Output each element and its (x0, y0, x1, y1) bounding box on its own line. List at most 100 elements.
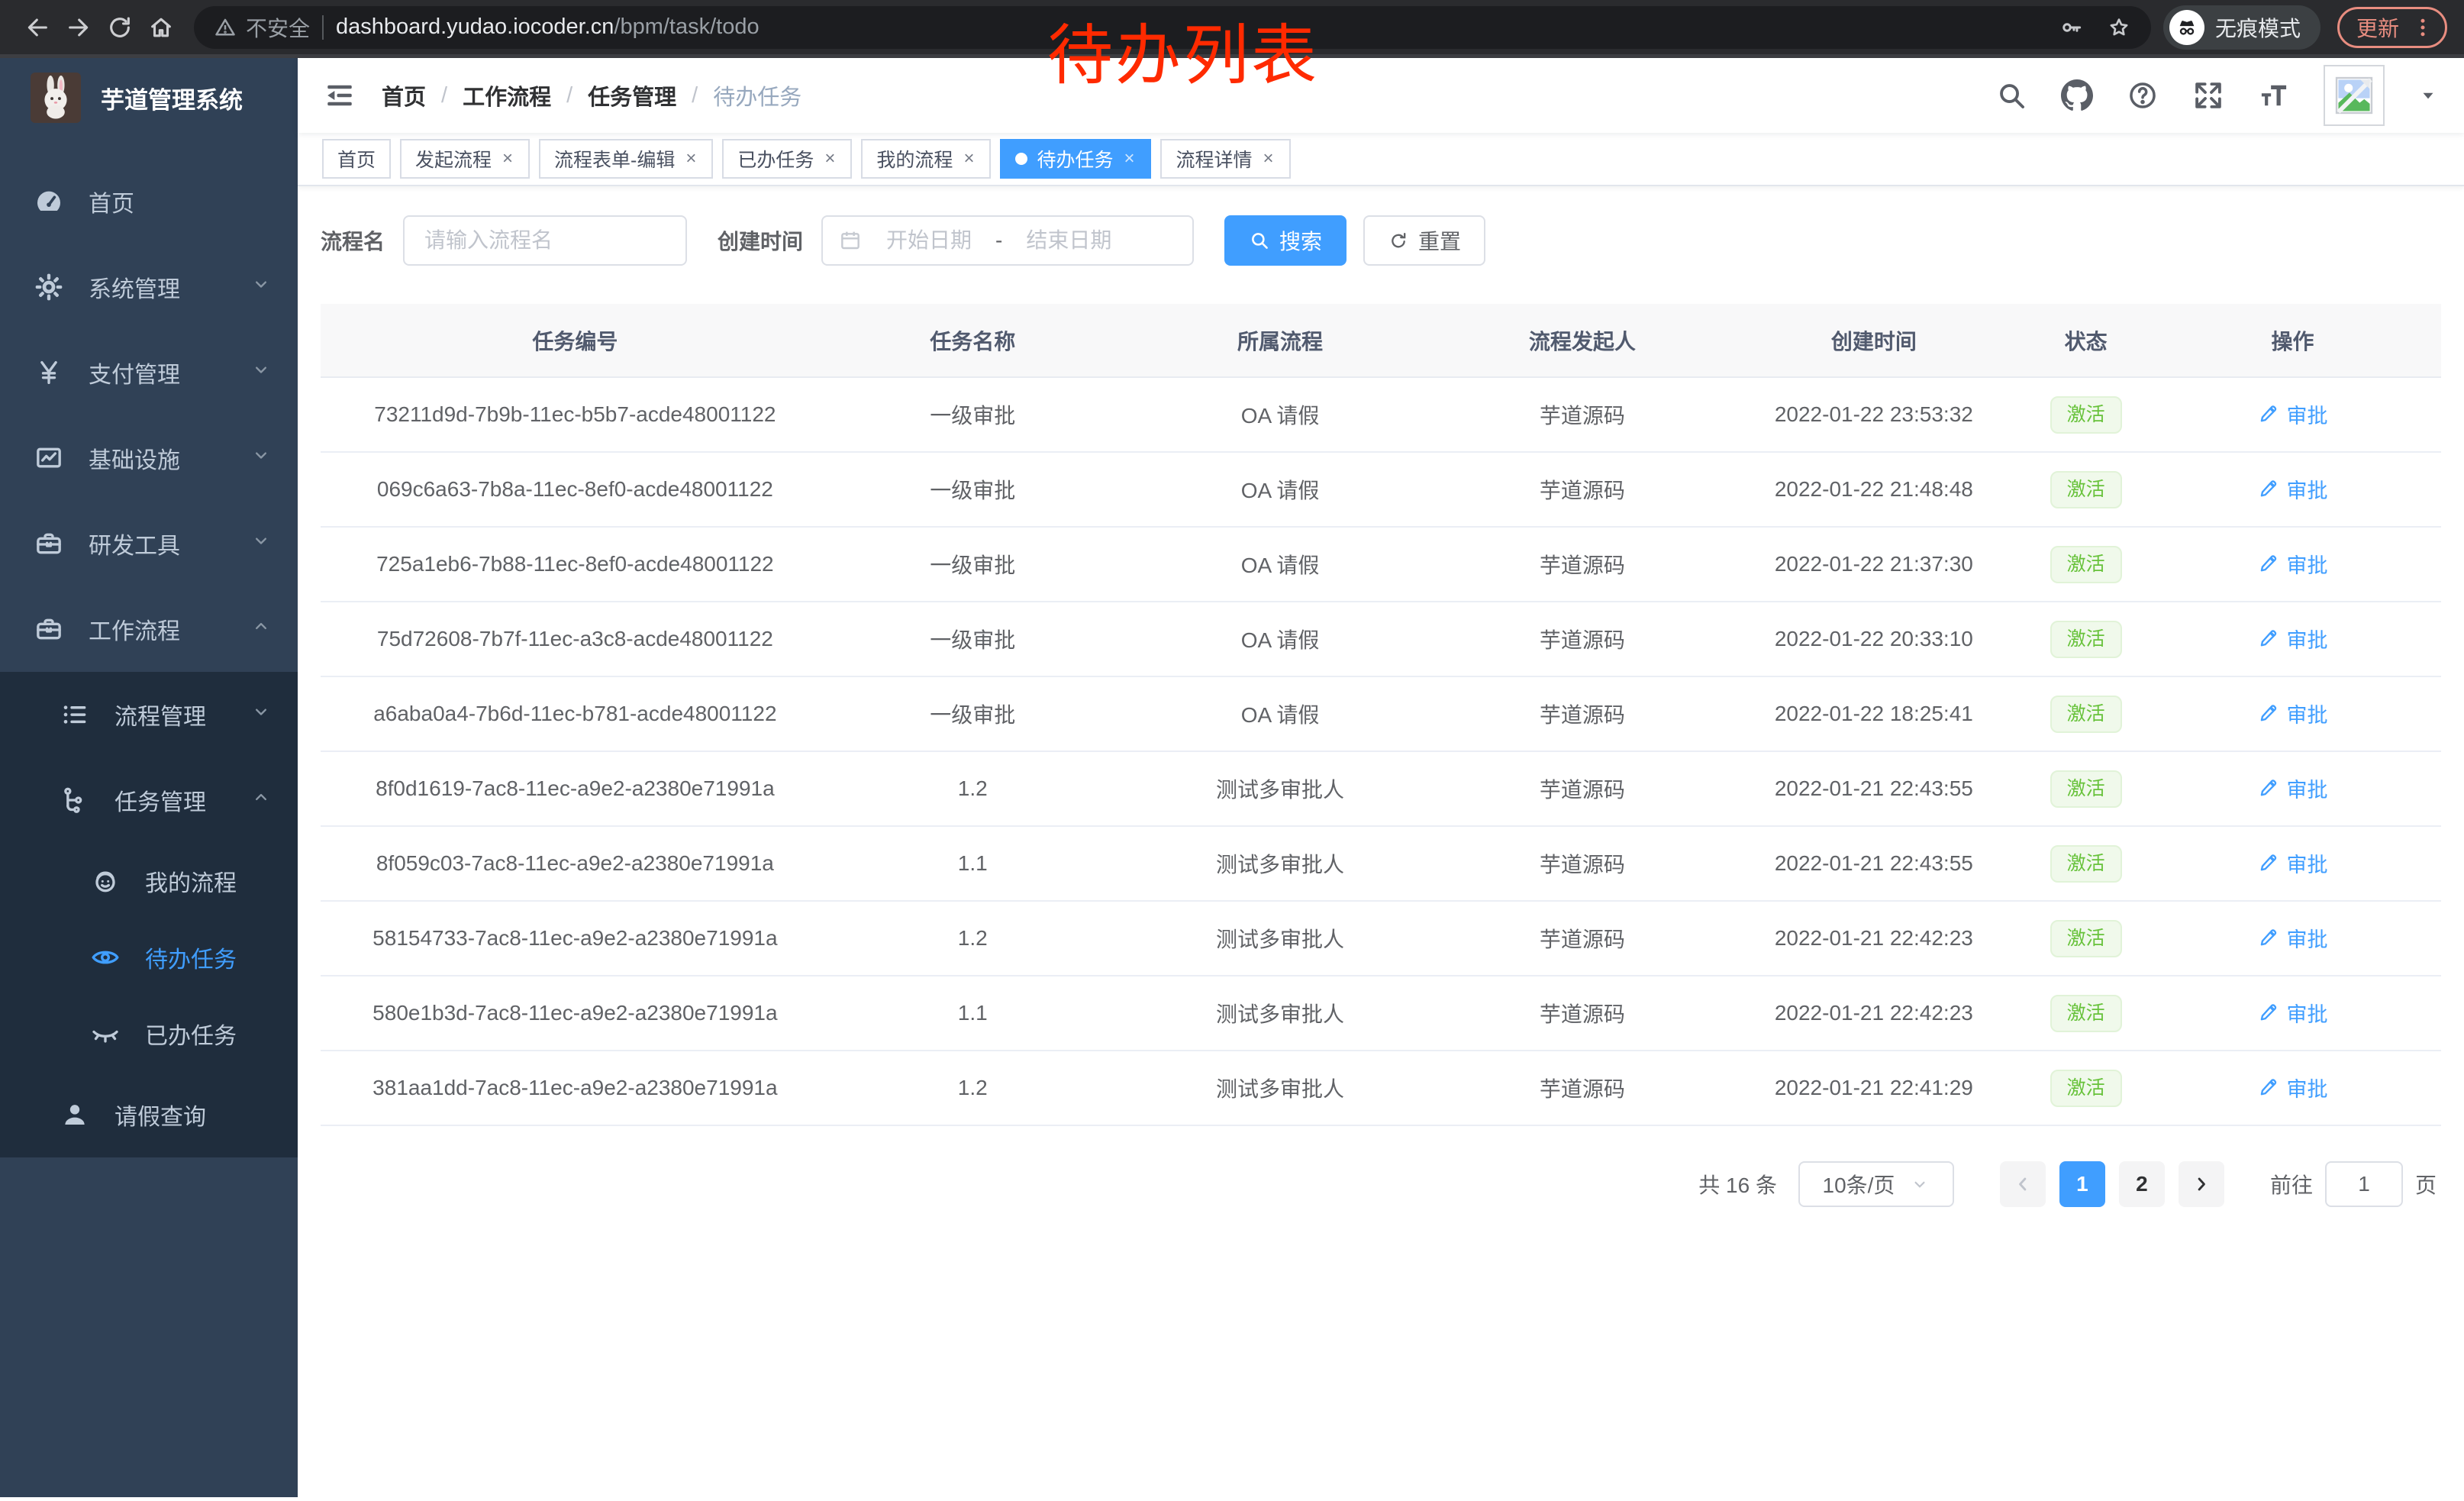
navbar-tools (1995, 65, 2438, 126)
tags-view-bar: 首页发起流程×流程表单-编辑×已办任务×我的流程×待办任务×流程详情× (298, 133, 2464, 186)
reload-button[interactable] (99, 7, 140, 48)
update-button[interactable]: 更新 (2337, 7, 2447, 48)
key-icon[interactable] (2059, 15, 2084, 40)
tab-done-tasks[interactable]: 已办任务× (722, 139, 852, 179)
reset-button[interactable]: 重置 (1363, 215, 1485, 266)
page-content: 流程名 创建时间 - 搜索 重置 (298, 186, 2464, 1497)
tab-close-icon[interactable]: × (962, 148, 976, 169)
sidebar-item-label: 我的流程 (145, 864, 237, 898)
cell-task-id: 725a1eb6-7b88-11ec-8ef0-acde48001122 (321, 527, 830, 602)
sidebar-item-workflow[interactable]: 工作流程 (0, 586, 298, 672)
approve-link[interactable]: 审批 (2258, 624, 2328, 654)
incognito-icon (2169, 10, 2204, 45)
sidebar-item-infra[interactable]: 基础设施 (0, 415, 298, 501)
cell-create-time: 2022-01-21 22:43:55 (1720, 751, 2027, 826)
header-search-button[interactable] (1995, 79, 2027, 111)
hamburger-icon (324, 79, 356, 111)
tab-close-icon[interactable]: × (823, 148, 837, 169)
approve-link[interactable]: 审批 (2258, 998, 2328, 1028)
font-size-button[interactable] (2258, 79, 2290, 111)
approve-link[interactable]: 审批 (2258, 399, 2328, 429)
avatar[interactable] (2324, 65, 2385, 126)
tab-process-detail[interactable]: 流程详情× (1160, 139, 1290, 179)
bookmark-star-icon[interactable] (2107, 15, 2131, 40)
sidebar-collapse-button[interactable] (324, 79, 356, 111)
end-date-input[interactable] (1008, 228, 1129, 253)
status-badge: 激活 (2050, 621, 2122, 658)
forward-button[interactable] (58, 7, 99, 48)
tab-todo-tasks[interactable]: 待办任务× (1000, 139, 1151, 179)
cell-status: 激活 (2027, 901, 2144, 976)
approve-link[interactable]: 审批 (2258, 549, 2328, 579)
sidebar-item-payment[interactable]: 支付管理 (0, 330, 298, 415)
breadcrumb-workflow[interactable]: 工作流程 (463, 79, 551, 111)
tab-close-icon[interactable]: × (684, 148, 698, 169)
back-button[interactable] (17, 7, 58, 48)
github-button[interactable] (2061, 79, 2093, 111)
sidebar-item-leave-query[interactable]: 请假查询 (0, 1072, 298, 1157)
sidebar-item-label: 系统管理 (89, 270, 180, 304)
column-header: 操作 (2144, 304, 2441, 377)
approve-link[interactable]: 审批 (2258, 773, 2328, 803)
help-button[interactable] (2127, 79, 2159, 111)
process-name-label: 流程名 (321, 225, 385, 256)
approve-link[interactable]: 审批 (2258, 848, 2328, 878)
page-button-1[interactable]: 1 (2059, 1161, 2105, 1207)
prev-page-button[interactable] (2000, 1161, 2046, 1207)
page-button-2[interactable]: 2 (2119, 1161, 2165, 1207)
goto-page-input[interactable] (2325, 1161, 2403, 1207)
tab-close-icon[interactable]: × (1262, 148, 1276, 169)
tab-close-icon[interactable]: × (1122, 148, 1136, 169)
broken-image-icon (2332, 73, 2376, 118)
table-row: 73211d9d-7b9b-11ec-b5b7-acde48001122一级审批… (321, 377, 2441, 452)
sidebar-item-my-process[interactable]: 我的流程 (0, 843, 298, 919)
home-button[interactable] (140, 7, 182, 48)
url-text[interactable]: dashboard.yudao.iocoder.cn/bpm/task/todo (336, 15, 760, 40)
sidebar-item-done-tasks[interactable]: 已办任务 (0, 996, 298, 1072)
tab-my-process[interactable]: 我的流程× (861, 139, 991, 179)
tab-close-icon[interactable]: × (501, 148, 514, 169)
breadcrumb-task-mgmt[interactable]: 任务管理 (588, 79, 676, 111)
chevron-down-icon (250, 530, 272, 557)
fullscreen-button[interactable] (2192, 79, 2224, 111)
branch-icon (58, 783, 92, 817)
approve-link[interactable]: 审批 (2258, 1073, 2328, 1102)
avatar-caret[interactable] (2418, 86, 2438, 105)
breadcrumb-home[interactable]: 首页 (382, 79, 426, 111)
kebab-menu-icon[interactable] (2411, 16, 2434, 39)
tab-home[interactable]: 首页 (322, 139, 391, 179)
goto-page: 前往 页 (2270, 1161, 2437, 1207)
table-row: 58154733-7ac8-11ec-a9e2-a2380e71991a1.2测… (321, 901, 2441, 976)
tab-start-process[interactable]: 发起流程× (400, 139, 530, 179)
date-range-picker[interactable]: - (821, 215, 1194, 266)
help-icon (2127, 79, 2159, 111)
cell-status: 激活 (2027, 602, 2144, 676)
sidebar-item-system[interactable]: 系统管理 (0, 244, 298, 330)
status-badge: 激活 (2050, 471, 2122, 508)
approve-link[interactable]: 审批 (2258, 923, 2328, 953)
cell-action: 审批 (2144, 751, 2441, 826)
page-size-select[interactable]: 10条/页 (1798, 1161, 1954, 1207)
start-date-input[interactable] (869, 228, 989, 253)
cell-status: 激活 (2027, 976, 2144, 1051)
total-label: 共 16 条 (1698, 1169, 1777, 1199)
security-chip[interactable]: 不安全 (214, 12, 310, 43)
status-badge: 激活 (2050, 920, 2122, 957)
approve-link[interactable]: 审批 (2258, 699, 2328, 728)
sidebar-item-todo-tasks[interactable]: 待办任务 (0, 919, 298, 996)
approve-link[interactable]: 审批 (2258, 474, 2328, 504)
table-row: 580e1b3d-7ac8-11ec-a9e2-a2380e71991a1.1测… (321, 976, 2441, 1051)
table-body: 73211d9d-7b9b-11ec-b5b7-acde48001122一级审批… (321, 377, 2441, 1125)
sidebar-item-task-mgmt[interactable]: 任务管理 (0, 757, 298, 843)
search-form: 流程名 创建时间 - 搜索 重置 (321, 215, 2441, 266)
sidebar-item-home[interactable]: 首页 (0, 159, 298, 244)
tab-form-edit[interactable]: 流程表单-编辑× (539, 139, 713, 179)
sidebar-logo-row: 芋道管理系统 (0, 58, 298, 137)
next-page-button[interactable] (2179, 1161, 2224, 1207)
search-button[interactable]: 搜索 (1224, 215, 1346, 266)
process-name-input[interactable] (403, 215, 687, 266)
sidebar-item-process-mgmt[interactable]: 流程管理 (0, 672, 298, 757)
cell-task-name: 1.1 (830, 826, 1116, 901)
todo-table: 任务编号任务名称所属流程流程发起人创建时间状态操作 73211d9d-7b9b-… (321, 304, 2441, 1126)
sidebar-item-devtools[interactable]: 研发工具 (0, 501, 298, 586)
